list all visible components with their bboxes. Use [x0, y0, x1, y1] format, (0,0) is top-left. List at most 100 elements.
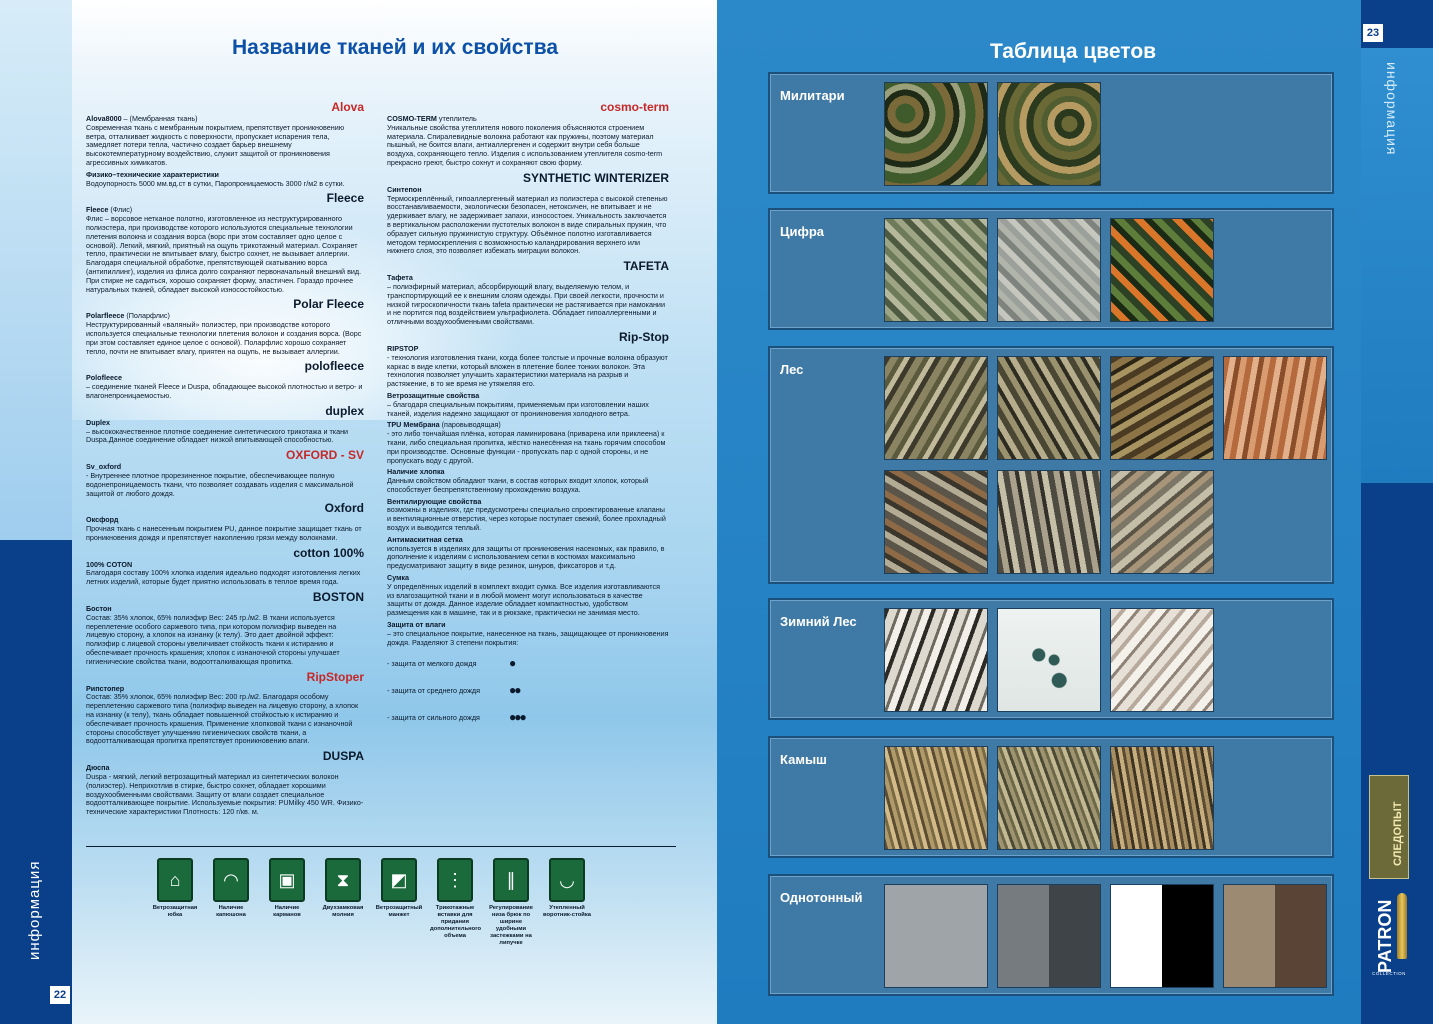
- fabric-entry: cotton 100% 100% COTON Благодаря составу 1…: [86, 546, 364, 587]
- color-swatch[interactable]: [997, 356, 1101, 460]
- right-side-label: информация: [1384, 62, 1400, 156]
- fabric-subtitle: – (Мембранная ткань): [121, 114, 198, 123]
- fabric-description: – соединение тканей Fleece и Duspa, обла…: [86, 382, 363, 400]
- color-category-card: Цифра: [768, 208, 1334, 330]
- color-swatch[interactable]: [1110, 470, 1214, 574]
- fabric-logo: cotton 100%: [293, 545, 364, 560]
- fabric-title: Sv_oxford: [86, 462, 122, 472]
- fabric-description: Состав: 35% хлопок, 65% полиэфир Вес: 20…: [86, 692, 359, 746]
- color-swatch[interactable]: [1223, 884, 1327, 988]
- fabric-title: Polofleece: [86, 373, 122, 383]
- feature-item: ▣ Наличие карманов: [262, 858, 312, 919]
- feature-label: Ветрозащитная юбка: [152, 905, 198, 918]
- bullet-icon: [1397, 893, 1407, 959]
- color-swatch[interactable]: [884, 470, 988, 574]
- windproof-cuff-icon: ◩: [381, 858, 417, 902]
- fabric-title: Сумка: [387, 573, 410, 583]
- feature-item: ⧗ Двухзамковая молния: [318, 858, 368, 919]
- color-category-card: Милитари: [768, 72, 1334, 194]
- color-swatch[interactable]: [884, 218, 988, 322]
- color-swatch[interactable]: [1110, 356, 1214, 460]
- fabric-logo: DUSPA: [322, 749, 364, 764]
- color-swatch[interactable]: [997, 470, 1101, 574]
- fabric-entry: Сумка У определённых изделий в комплект в…: [387, 573, 669, 618]
- color-swatch[interactable]: [1110, 218, 1214, 322]
- fabric-description: Прочная ткань с нанесенным покрытием PU,…: [86, 524, 362, 542]
- fabric-logo: Rip-Stop: [619, 329, 669, 344]
- feature-item: ◡ Утепленный воротник-стойка: [542, 858, 592, 919]
- fabric-description: Благодаря составу 100% хлопка изделия ид…: [86, 568, 361, 587]
- feature-item: ◩ Ветрозащитный манжет: [374, 858, 424, 919]
- magazine-spread: информация 22 Название тканей и их свойс…: [0, 0, 1433, 1024]
- fabric-entry: Физико–технические характеристики Водоупо…: [86, 169, 364, 189]
- fabric-entry: DUSPA Дюспа Duspa - мягкий, легкий ветроза…: [86, 749, 364, 817]
- color-swatch[interactable]: [884, 82, 988, 186]
- fabric-entry: OXFORD - SV Sv_oxford - Внутреннее плотно…: [86, 448, 364, 498]
- left-side-band-top: [0, 0, 72, 540]
- color-category-card: Зимний Лес: [768, 598, 1334, 720]
- fabric-logo: Polar Fleece: [293, 297, 364, 312]
- fabric-title: Защита от влаги: [387, 620, 446, 630]
- fabric-title: Оксфорд: [86, 515, 119, 525]
- fabric-description: Флис – ворсовое нетканое полотно, изгото…: [86, 214, 362, 294]
- fabric-title: Наличие хлопка: [387, 467, 445, 477]
- fabric-entry: RipStoper Рипстопер Состав: 35% хлопок, 65…: [86, 670, 364, 747]
- fabric-title: Антимаскитная сетка: [387, 534, 463, 544]
- color-swatch[interactable]: [997, 82, 1101, 186]
- fabric-title: Дюспа: [86, 763, 110, 773]
- fabric-entry: SYNTHETIC WINTERIZER Синтепон Термоскреплё…: [387, 171, 669, 256]
- separator-line: [86, 846, 676, 847]
- color-category-card: Однотонный: [768, 874, 1334, 996]
- category-label: Лес: [780, 362, 804, 377]
- fabric-subtitle: (Флис): [108, 205, 133, 215]
- color-swatch[interactable]: [884, 746, 988, 850]
- brand-sub: COLLECTION: [1372, 971, 1406, 976]
- color-swatch[interactable]: [884, 356, 988, 460]
- feature-item: ⌂ Ветрозащитная юбка: [150, 858, 200, 919]
- fabric-logo: TAFETA: [623, 259, 669, 274]
- color-swatch[interactable]: [997, 608, 1101, 712]
- color-swatch[interactable]: [884, 884, 988, 988]
- feature-item: ⋮ Трикотажные вставки для придания дополн…: [430, 858, 481, 940]
- category-label: Однотонный: [780, 890, 863, 905]
- fabric-subtitle: утеплитель: [436, 114, 477, 123]
- feature-item: ∥ Регулирование низа брюк по ширине удобн…: [486, 858, 536, 947]
- fabric-title: Alova8000: [86, 114, 122, 123]
- fabric-entry: Oxford Оксфорд Прочная ткань с нанесенным …: [86, 501, 364, 542]
- rain-level-label: - защита от сильного дождя: [387, 713, 480, 723]
- fabric-description: – полиэфирный материал, абсорбирующий вл…: [387, 281, 665, 327]
- color-category-card: Лес: [768, 346, 1334, 584]
- color-swatch[interactable]: [1110, 608, 1214, 712]
- fabric-title: Тафета: [387, 273, 413, 283]
- fabric-title: Физико–технические характеристики: [86, 169, 219, 179]
- color-swatch[interactable]: [997, 218, 1101, 322]
- rain-level-item: - защита от сильного дождя ●●●: [387, 704, 669, 731]
- feature-label: Ветрозащитный манжет: [375, 905, 423, 918]
- fabric-title: Вентилирующие свойства: [387, 496, 482, 506]
- fabric-entry: Ветрозащитные свойства – благодаря специа…: [387, 390, 669, 418]
- brand-name: PATRON: [1375, 899, 1395, 973]
- color-swatch[interactable]: [1223, 356, 1327, 460]
- fabric-title: Ветрозащитные свойства: [387, 390, 480, 400]
- color-swatch[interactable]: [884, 608, 988, 712]
- fabric-description: возможны в изделиях, где предусмотрены с…: [387, 505, 666, 533]
- feature-label: Наличие карманов: [273, 905, 301, 918]
- fabric-description: - это либо тончайшая плёнка, которая лам…: [387, 429, 666, 465]
- feature-item: ◠ Наличие капюшона: [206, 858, 256, 919]
- feature-label: Утепленный воротник-стойка: [543, 905, 591, 918]
- fabric-entry: Alova Alova8000 – (Мембранная ткань) Совре…: [86, 100, 364, 168]
- color-swatch[interactable]: [997, 746, 1101, 850]
- color-swatch[interactable]: [1110, 884, 1214, 988]
- fabric-title: Duplex: [86, 417, 110, 427]
- color-swatch[interactable]: [997, 884, 1101, 988]
- fabric-entry: TPU Мембрана (паровыводящая) - это либо …: [387, 420, 669, 465]
- fabric-description: Состав: 35% хлопок, 65% полиэфир Вес: 24…: [86, 612, 340, 666]
- trouser-adjust-icon: ∥: [493, 858, 529, 902]
- fabric-entry: duplex Duplex – высококачественное плотное…: [86, 404, 364, 445]
- fabric-logo: BOSTON: [312, 590, 364, 605]
- fabric-logo: polofleece: [304, 359, 364, 374]
- color-swatch[interactable]: [1110, 746, 1214, 850]
- fabric-description: используется в изделиях для защиты от пр…: [387, 543, 665, 571]
- fabric-logo: SYNTHETIC WINTERIZER: [523, 170, 669, 185]
- fabric-logo: RipStoper: [306, 669, 364, 684]
